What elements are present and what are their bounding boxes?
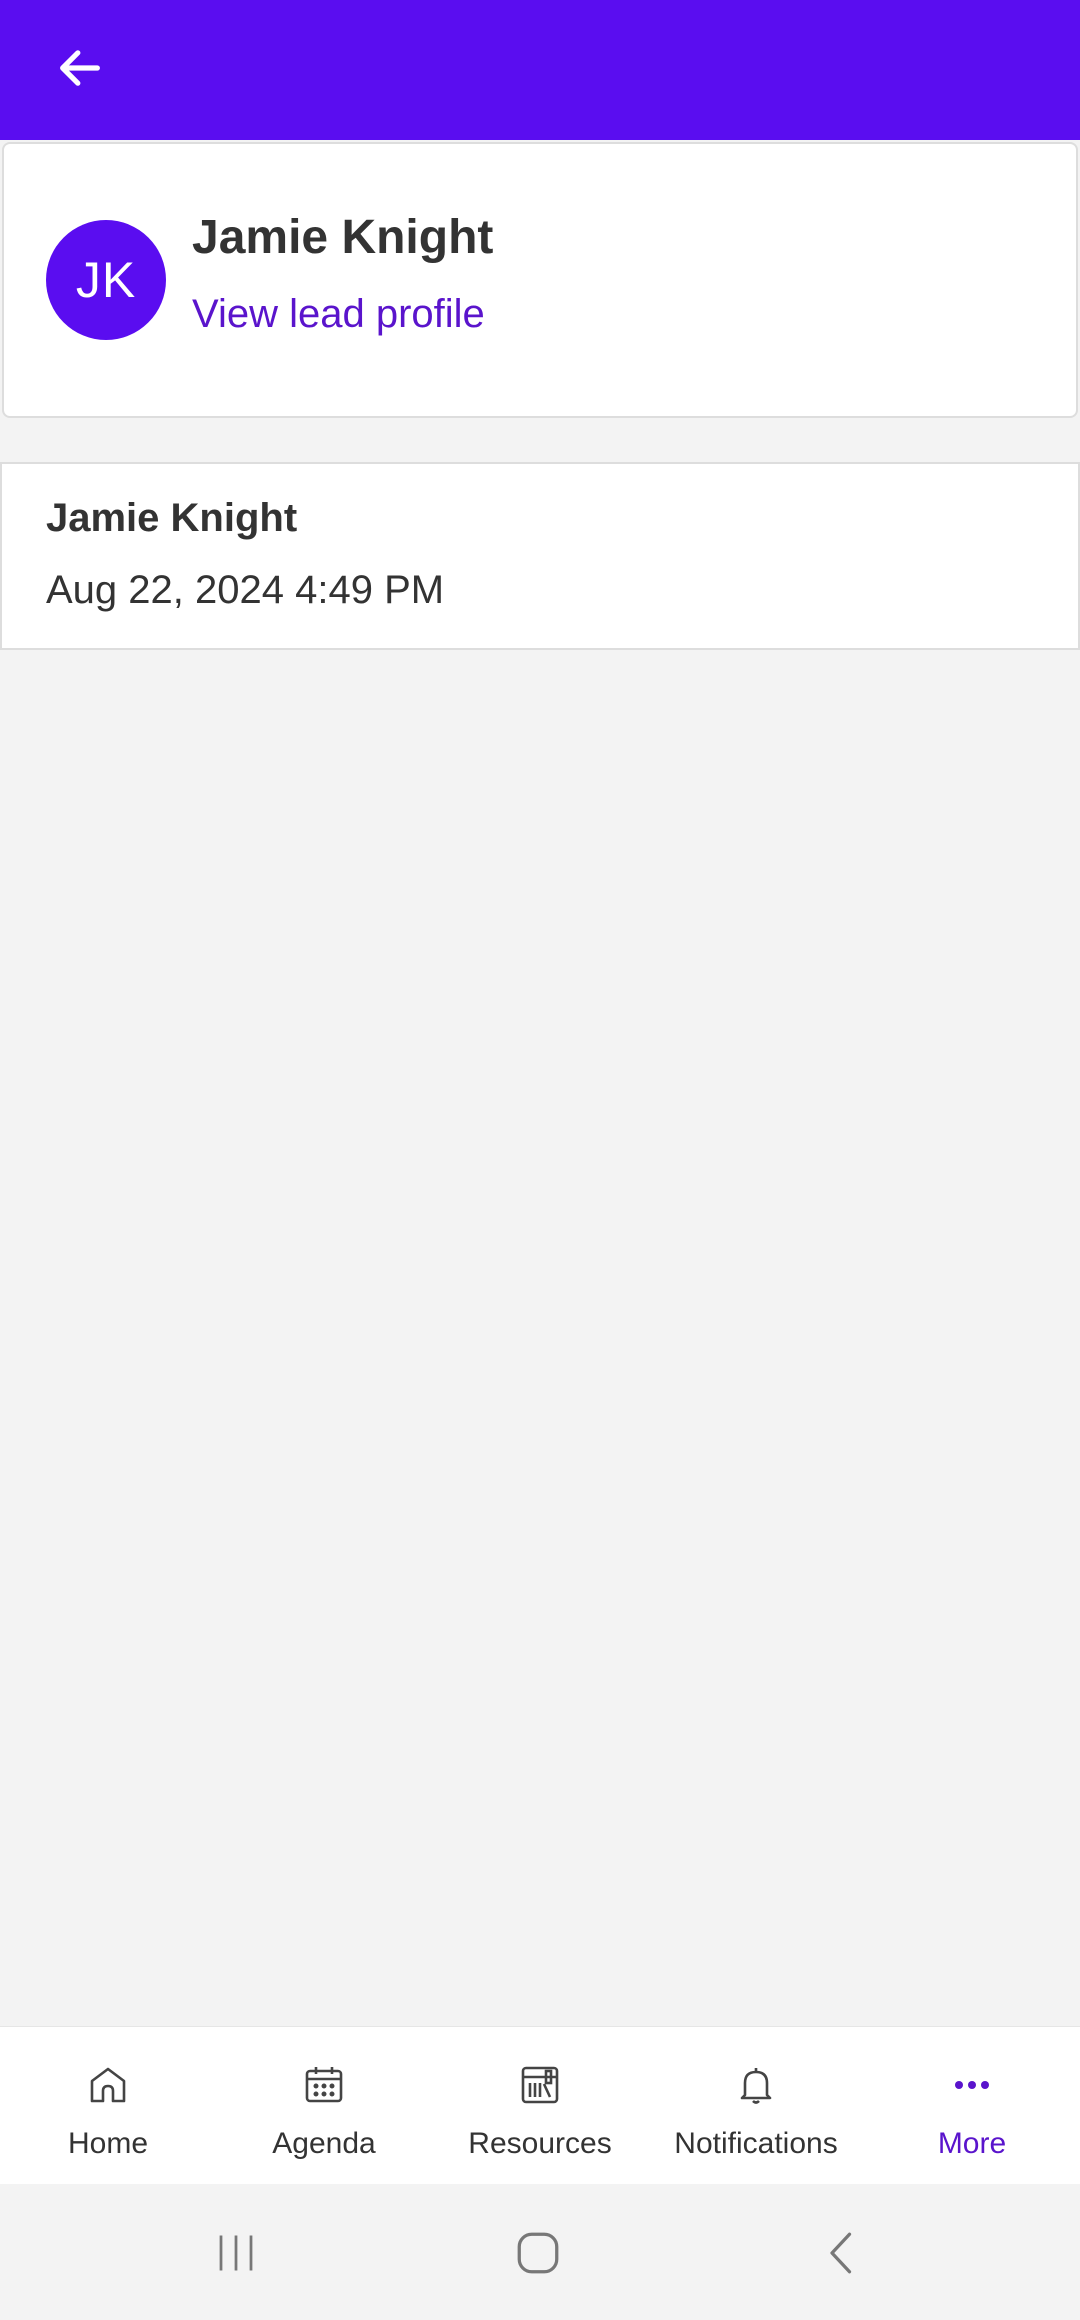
lead-name: Jamie Knight: [192, 211, 494, 264]
system-back-icon: [830, 2232, 852, 2274]
nav-label-agenda: Agenda: [272, 2127, 376, 2160]
home-icon: [84, 2061, 132, 2109]
calendar-icon: [300, 2061, 348, 2109]
back-button[interactable]: [40, 28, 120, 108]
activity-timestamp: Aug 22, 2024 4:49 PM: [46, 568, 445, 612]
app-screen: JK Jamie Knight View lead profile Jamie …: [0, 0, 1080, 2320]
nav-item-agenda[interactable]: Agenda: [216, 2027, 432, 2184]
activity-card[interactable]: Jamie Knight Aug 22, 2024 4:49 PM: [0, 462, 1080, 650]
system-back-button[interactable]: [792, 2208, 892, 2298]
nav-label-notifications: Notifications: [674, 2127, 838, 2160]
system-home-button[interactable]: [488, 2208, 588, 2298]
bell-icon: [732, 2061, 780, 2109]
nav-item-notifications[interactable]: Notifications: [648, 2027, 864, 2184]
view-lead-profile-link[interactable]: View lead profile: [192, 292, 485, 337]
activity-title: Jamie Knight: [46, 496, 298, 540]
nav-label-resources: Resources: [468, 2127, 612, 2160]
system-nav-bar: [0, 2184, 1080, 2320]
avatar: JK: [46, 220, 166, 340]
library-icon: [516, 2061, 564, 2109]
app-bar: [0, 0, 1080, 140]
arrow-left-icon: [60, 50, 100, 86]
system-home-icon: [517, 2232, 559, 2274]
recents-icon: [219, 2235, 253, 2271]
lead-card: JK Jamie Knight View lead profile: [2, 142, 1078, 418]
nav-label-home: Home: [67, 2127, 149, 2160]
nav-label-more: More: [937, 2127, 1007, 2160]
bottom-nav: Home Agenda Resources Notifications More: [0, 2026, 1080, 2184]
nav-item-resources[interactable]: Resources: [432, 2027, 648, 2184]
nav-item-more[interactable]: More: [864, 2027, 1080, 2184]
nav-item-home[interactable]: Home: [0, 2027, 216, 2184]
more-dots-icon: [948, 2061, 996, 2109]
system-recents-button[interactable]: [186, 2208, 286, 2298]
